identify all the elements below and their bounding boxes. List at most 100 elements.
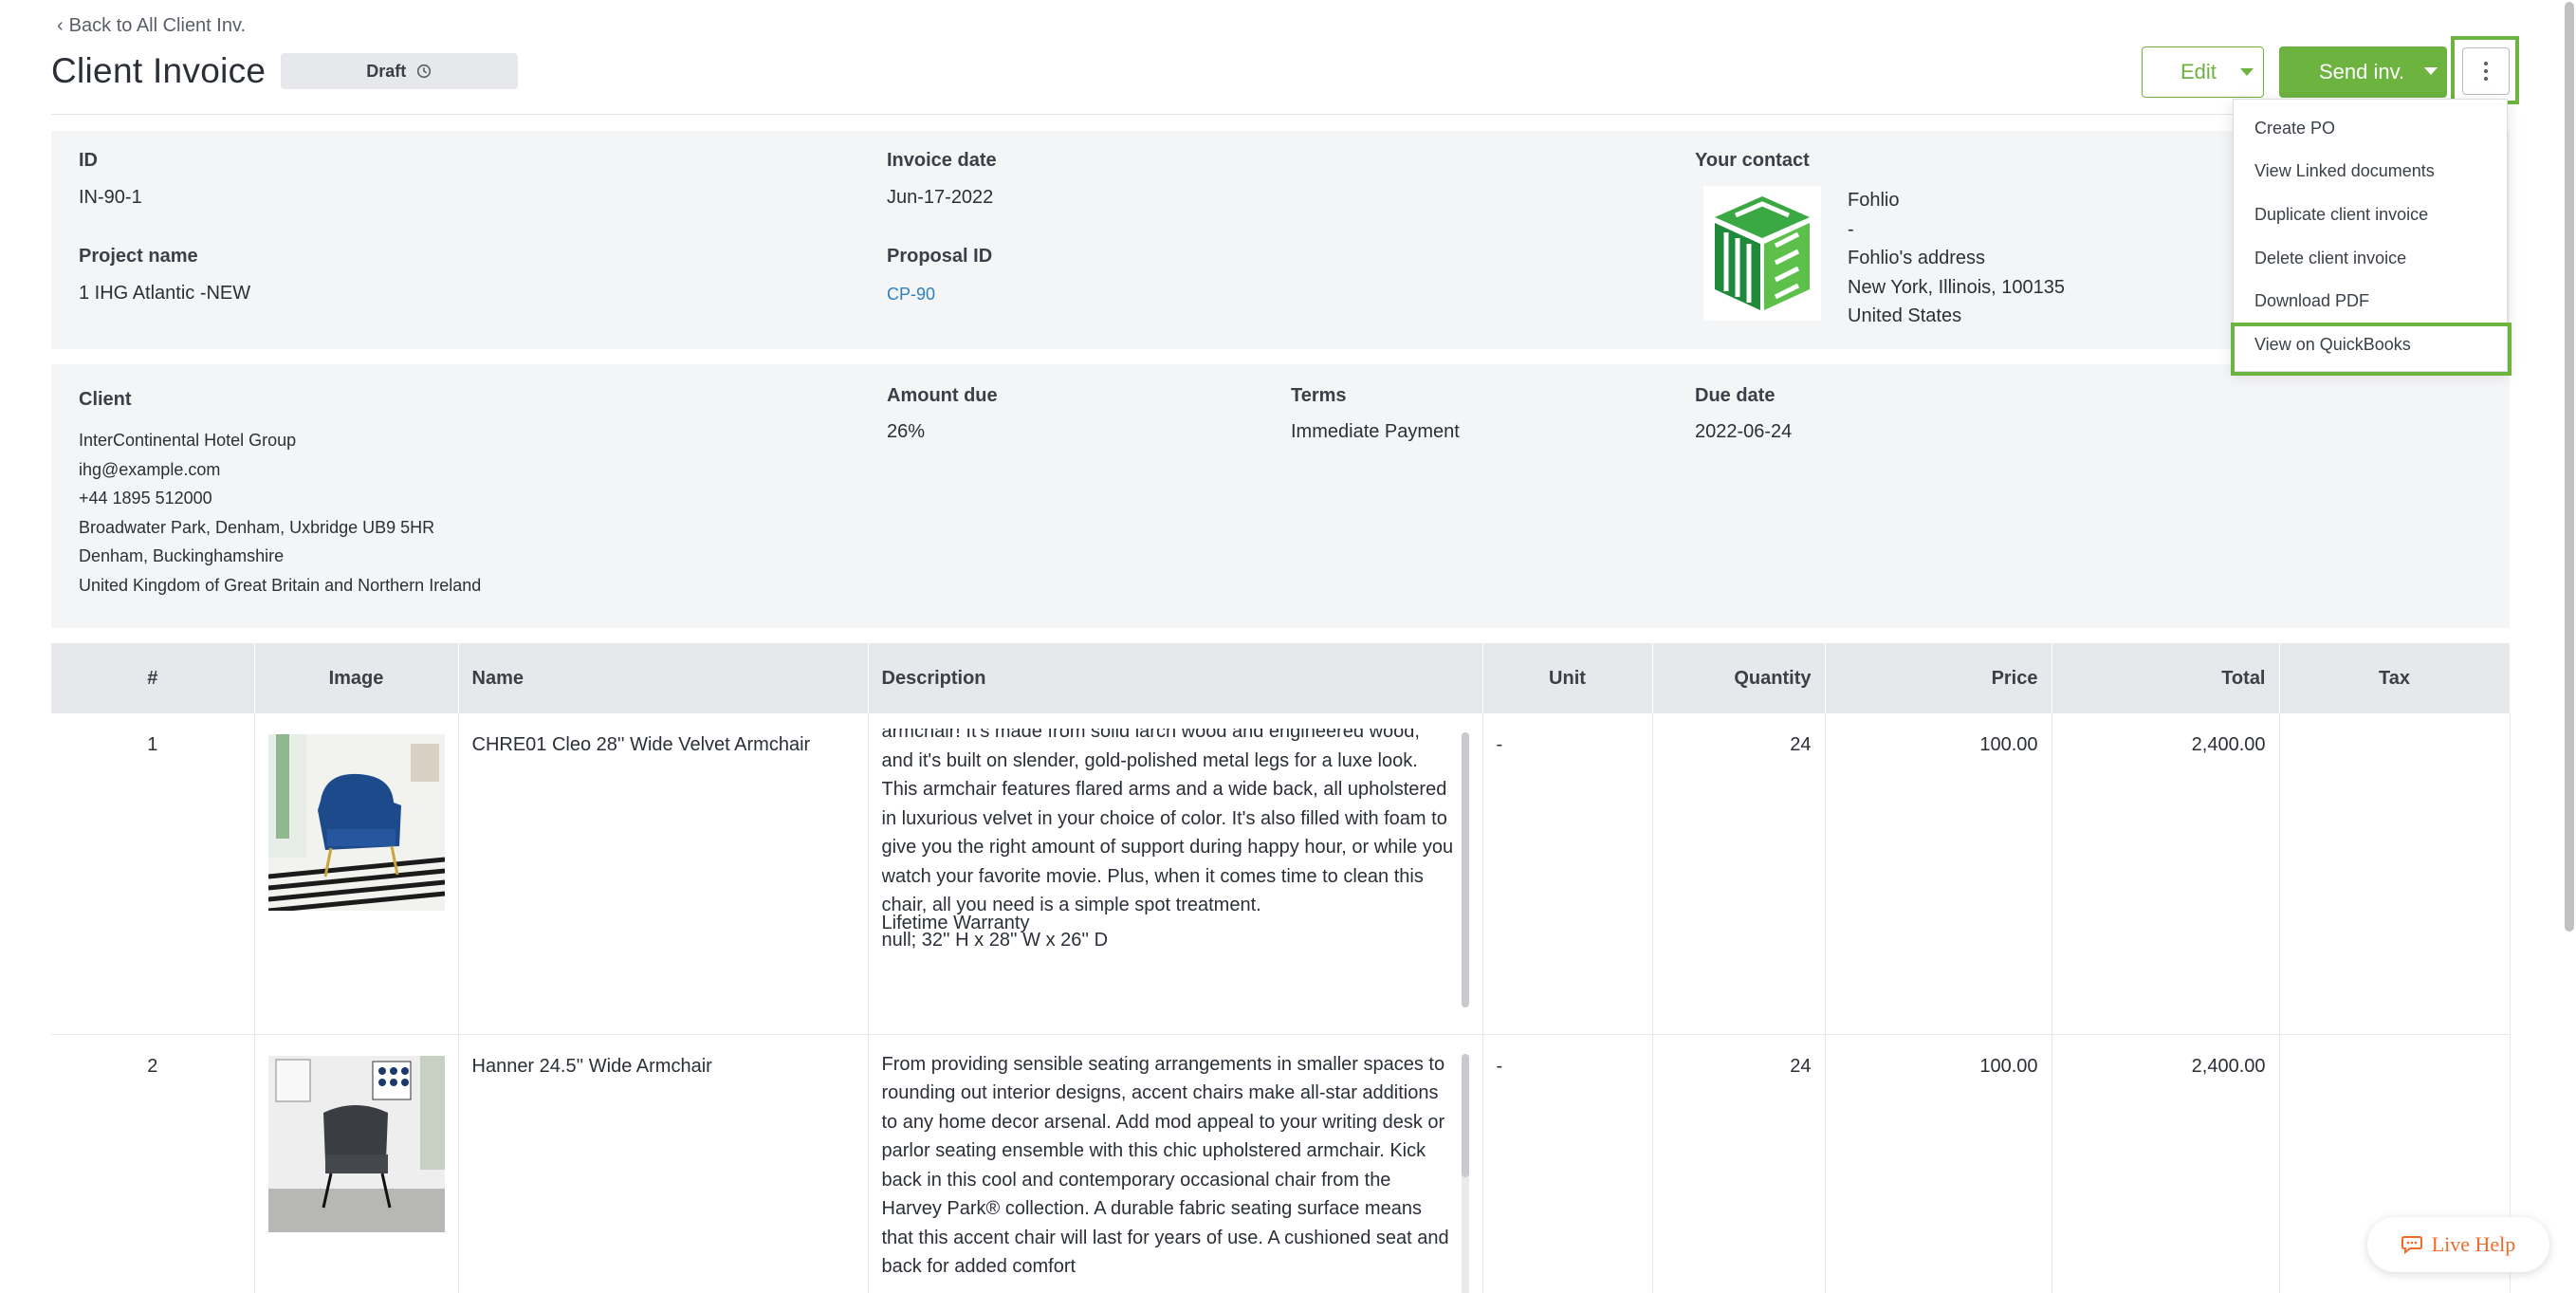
column-header-number[interactable]: # — [51, 643, 255, 713]
status-label: Draft — [366, 61, 407, 81]
table-header-row: # Image Name Description Unit Quantity P… — [51, 643, 2511, 713]
edit-dropdown-caret-icon[interactable] — [2240, 68, 2254, 76]
contact-line: United States — [1848, 305, 1962, 326]
menu-item-create-po[interactable]: Create PO — [2254, 119, 2335, 139]
row-name: CHRE01 Cleo 28'' Wide Velvet Armchair — [458, 713, 869, 1035]
chevron-left-icon: ‹ — [57, 15, 64, 36]
row-quantity: 24 — [1652, 713, 1826, 1035]
client-line: +44 1895 512000 — [79, 489, 212, 508]
description-scrollbar-thumb[interactable] — [1461, 732, 1469, 1007]
billing-panel: Client InterContinental Hotel Group ihg@… — [51, 364, 2510, 628]
description-scroll-area[interactable]: armchair! It's made from solid larch woo… — [882, 729, 1469, 1009]
row-number: 1 — [51, 713, 255, 1035]
column-header-image[interactable]: Image — [254, 643, 459, 713]
edit-button-label: Edit — [2180, 60, 2217, 83]
page-title: Client Invoice — [51, 51, 267, 90]
title-row: Client Invoice Draft — [51, 51, 519, 91]
client-line: InterContinental Hotel Group — [79, 431, 297, 450]
history-icon — [417, 64, 432, 79]
row-name: Hanner 24.5'' Wide Armchair — [458, 1034, 869, 1293]
contact-line: Fohlio's address — [1848, 248, 1985, 268]
description-scrollbar[interactable] — [1461, 732, 1469, 1007]
id-value: IN-90-1 — [79, 187, 142, 208]
amount-due-label: Amount due — [887, 385, 998, 406]
more-options-button[interactable] — [2462, 47, 2510, 95]
contact-details: Fohlio - Fohlio's address New York, Illi… — [1848, 186, 2065, 331]
menu-item-view-linked-documents[interactable]: View Linked documents — [2254, 161, 2435, 181]
due-date-label: Due date — [1695, 385, 1776, 406]
column-header-description[interactable]: Description — [868, 643, 1483, 713]
row-price: 100.00 — [1825, 713, 2052, 1035]
client-details: InterContinental Hotel Group ihg@example… — [79, 426, 481, 600]
line-items-table: # Image Name Description Unit Quantity P… — [51, 643, 2511, 1293]
menu-item-download-pdf[interactable]: Download PDF — [2254, 291, 2369, 311]
row-description-dimensions: null; 32'' H x 28'' W x 26'' D — [881, 930, 1109, 951]
page-scrollbar[interactable] — [2565, 2, 2574, 932]
kebab-menu-icon — [2484, 62, 2488, 81]
column-header-price[interactable]: Price — [1825, 643, 2052, 713]
header-divider — [51, 114, 2508, 115]
column-header-quantity[interactable]: Quantity — [1652, 643, 1826, 713]
row-description-cell: armchair! It's made from solid larch woo… — [868, 713, 1483, 1035]
due-date-value: 2022-06-24 — [1695, 421, 1793, 442]
proposal-id-link[interactable]: CP-90 — [887, 285, 935, 305]
row-unit: - — [1482, 713, 1653, 1035]
description-scrollbar-thumb[interactable] — [1461, 1053, 1469, 1177]
row-image-cell — [254, 713, 459, 1035]
client-line: Broadwater Park, Denham, Uxbridge UB9 5H… — [79, 517, 435, 537]
contact-line: Fohlio — [1848, 190, 1900, 211]
client-label: Client — [79, 389, 132, 410]
id-label: ID — [79, 150, 98, 171]
row-tax — [2279, 713, 2511, 1035]
edit-button[interactable]: Edit — [2142, 46, 2264, 98]
invoice-date-label: Invoice date — [887, 150, 997, 171]
send-dropdown-caret-icon[interactable] — [2424, 67, 2438, 75]
quickbooks-highlight — [2231, 323, 2512, 376]
send-invoice-label: Send inv. — [2319, 60, 2405, 83]
row-description-cell: From providing sensible seating arrangem… — [868, 1034, 1483, 1293]
row-description: From providing sensible seating arrangem… — [881, 1053, 1449, 1278]
project-name-value: 1 IHG Atlantic -NEW — [79, 283, 251, 304]
column-header-name[interactable]: Name — [458, 643, 869, 713]
contact-line: - — [1848, 218, 1854, 240]
column-header-unit[interactable]: Unit — [1482, 643, 1653, 713]
status-badge: Draft — [281, 53, 519, 89]
project-name-label: Project name — [79, 246, 198, 267]
row-total: 2,400.00 — [2052, 713, 2280, 1035]
menu-item-duplicate-invoice[interactable]: Duplicate client invoice — [2254, 205, 2428, 225]
invoice-details-panel: ID IN-90-1 Project name 1 IHG Atlantic -… — [51, 131, 2510, 349]
terms-label: Terms — [1291, 385, 1347, 406]
live-help-button[interactable]: Live Help — [2367, 1217, 2549, 1272]
column-header-total[interactable]: Total — [2052, 643, 2280, 713]
row-price: 100.00 — [1825, 1034, 2052, 1293]
contact-line: New York, Illinois, 100135 — [1848, 276, 2066, 298]
fohlio-logo — [1703, 186, 1821, 321]
row-unit: - — [1482, 1034, 1653, 1293]
menu-item-delete-invoice[interactable]: Delete client invoice — [2254, 249, 2406, 268]
terms-value: Immediate Payment — [1291, 421, 1460, 442]
client-line: Denham, Buckinghamshire — [79, 546, 285, 565]
client-line: ihg@example.com — [79, 459, 221, 479]
amount-due-value: 26% — [887, 421, 926, 442]
row-total: 2,400.00 — [2052, 1034, 2280, 1293]
product-image — [267, 1055, 445, 1232]
table-row[interactable]: 2 Hanner 24.5'' Wide Armchair From provi… — [51, 1034, 2511, 1293]
description-scroll-area[interactable]: From providing sensible seating arrangem… — [882, 1050, 1469, 1293]
chat-bubble-icon — [2401, 1236, 2422, 1254]
fohlio-logo-icon — [1715, 196, 1810, 310]
invoice-date-value: Jun-17-2022 — [887, 187, 994, 208]
back-link-label: Back to All Client Inv. — [68, 15, 247, 36]
table-row[interactable]: 1 CHRE01 Cleo 28'' Wide Velvet Armchair … — [51, 713, 2511, 1035]
column-header-tax[interactable]: Tax — [2279, 643, 2511, 713]
proposal-id-label: Proposal ID — [887, 246, 993, 267]
client-line: United Kingdom of Great Britain and Nort… — [79, 575, 482, 595]
product-image — [267, 734, 445, 911]
back-link[interactable]: ‹ Back to All Client Inv. — [57, 15, 246, 37]
row-quantity: 24 — [1652, 1034, 1826, 1293]
your-contact-label: Your contact — [1695, 150, 1810, 171]
row-number: 2 — [51, 1034, 255, 1293]
description-scrollbar[interactable] — [1461, 1053, 1469, 1293]
send-invoice-button[interactable]: Send inv. — [2279, 46, 2447, 98]
row-image-cell — [254, 1034, 459, 1293]
live-help-label: Live Help — [2431, 1232, 2516, 1256]
